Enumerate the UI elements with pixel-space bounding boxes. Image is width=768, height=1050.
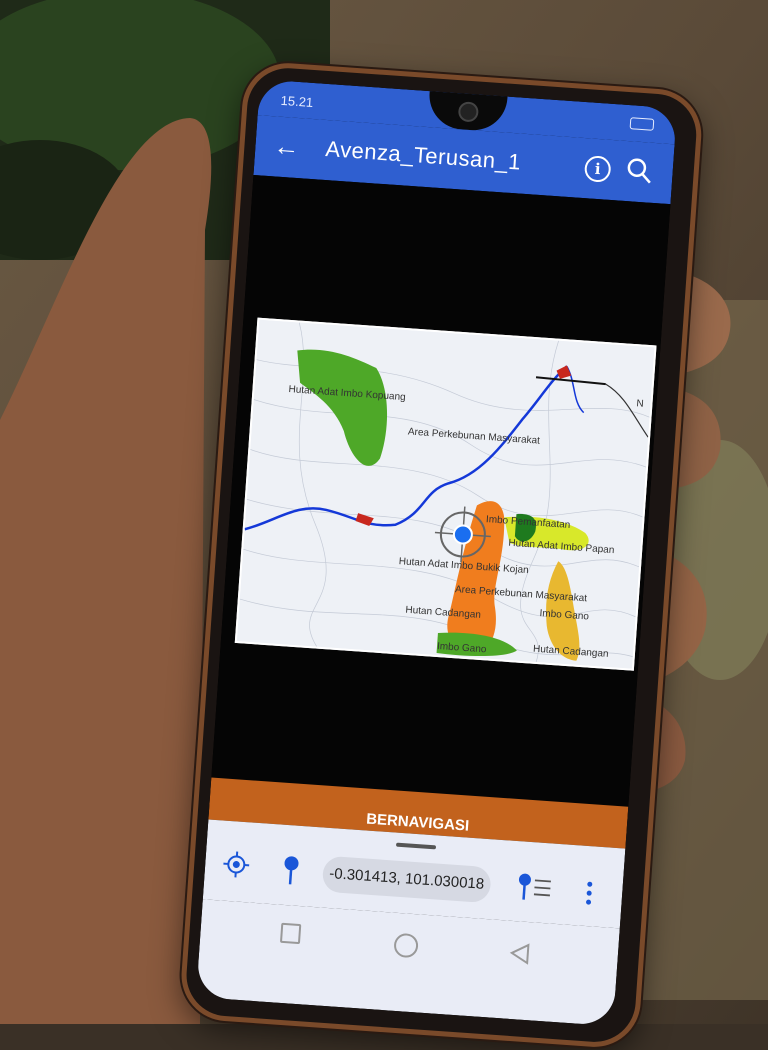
arrow-back-icon[interactable]: ← bbox=[269, 130, 305, 162]
status-icons bbox=[630, 117, 655, 131]
map-image[interactable]: N Hutan Adat Imbo Kopuang Area Perkebuna… bbox=[235, 318, 657, 671]
coordinates-readout[interactable]: -0.301413, 101.030018 bbox=[322, 856, 492, 904]
gps-location-dot bbox=[453, 525, 472, 544]
notch bbox=[427, 91, 507, 132]
back-triangle-icon[interactable] bbox=[507, 941, 533, 967]
status-time: 15.21 bbox=[280, 93, 314, 110]
front-camera-icon bbox=[458, 101, 479, 122]
more-options-icon[interactable] bbox=[583, 880, 595, 907]
home-icon[interactable] bbox=[393, 933, 419, 959]
map-title: Avenza_Terusan_1 bbox=[325, 136, 522, 176]
drag-handle[interactable] bbox=[396, 843, 436, 850]
info-icon[interactable]: i bbox=[584, 155, 612, 183]
search-icon[interactable] bbox=[624, 155, 656, 187]
phone: 15.21 ← Avenza_Terusan_1 i bbox=[178, 60, 704, 1050]
pin-list-icon[interactable] bbox=[515, 871, 553, 903]
battery-icon bbox=[630, 117, 655, 131]
pin-icon[interactable] bbox=[280, 855, 302, 886]
locate-icon[interactable] bbox=[222, 851, 250, 879]
phone-screen: 15.21 ← Avenza_Terusan_1 i bbox=[196, 79, 677, 1026]
recent-apps-icon[interactable] bbox=[280, 923, 301, 944]
north-arrow: N bbox=[636, 398, 644, 409]
map-viewport[interactable]: N Hutan Adat Imbo Kopuang Area Perkebuna… bbox=[210, 175, 670, 823]
